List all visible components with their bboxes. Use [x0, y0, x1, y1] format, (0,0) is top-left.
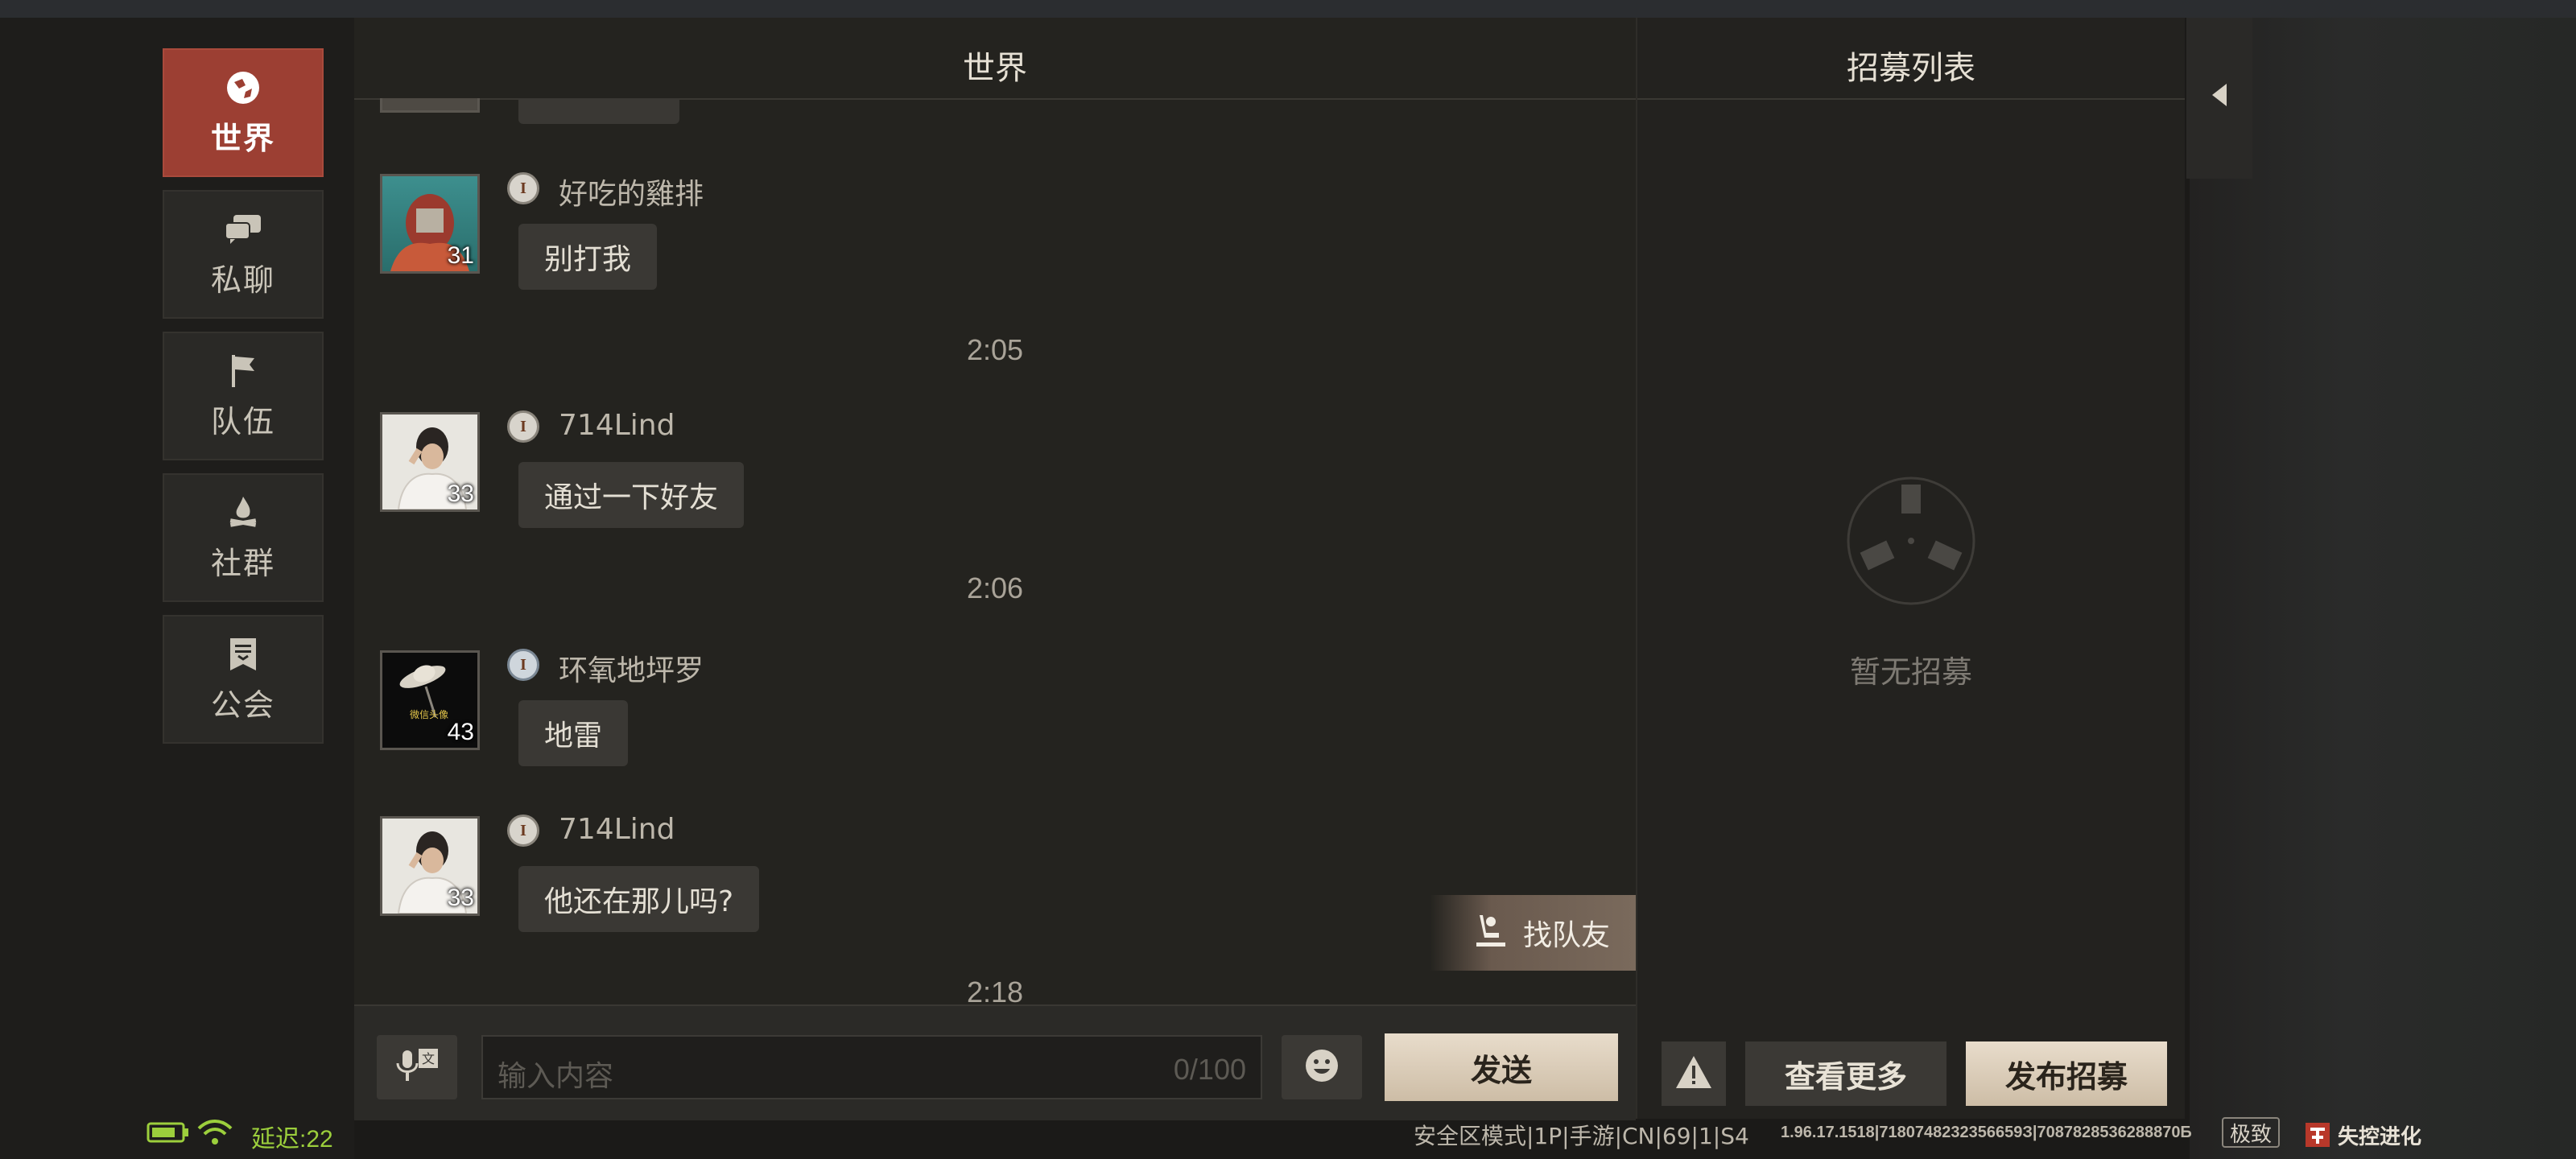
- user-level: 31: [447, 242, 474, 269]
- voice-to-text-button[interactable]: 文: [377, 1035, 457, 1099]
- find-teammate-label: 找队友: [1522, 919, 1610, 952]
- version-text: 1.96.17.1518|7180748232356659З|708782853…: [1781, 1124, 2192, 1141]
- rank-badge-icon: I: [507, 815, 539, 847]
- publish-recruit-button[interactable]: 发布招募: [1966, 1041, 2167, 1106]
- status-bar: 延迟:22 安全区模式|1P|手游|CN|69|1|S4 1.96.17.151…: [0, 1117, 2576, 1159]
- char-counter: 0/100: [1173, 1053, 1246, 1086]
- message-bubble: 他还在那儿吗?: [518, 866, 760, 932]
- view-more-button[interactable]: 查看更多: [1745, 1041, 1946, 1106]
- message-bubble: 通过一下好友: [518, 462, 745, 528]
- message-bubble: 别打我: [518, 224, 658, 290]
- tab-guild[interactable]: 公会: [163, 615, 324, 744]
- username[interactable]: 环氧地坪罗: [559, 647, 704, 689]
- logo-text: 失控进化: [2338, 1124, 2422, 1149]
- arrow-left-icon: [2211, 82, 2228, 111]
- seat-icon: [1472, 912, 1510, 954]
- rank-badge-icon: I: [507, 649, 539, 681]
- tab-label: 社群: [210, 545, 275, 581]
- username[interactable]: 714Lind: [559, 409, 675, 442]
- timestamp: 2:18: [966, 975, 1024, 1004]
- chat-panel[interactable]: 世界 31 I 好吃的雞排 别打我 2:05 33 I 714Lind 通过一下…: [354, 18, 1636, 1004]
- avatar-caption: 微信头像: [410, 709, 449, 720]
- username[interactable]: 好吃的雞排: [559, 171, 704, 212]
- avatar[interactable]: 33: [380, 412, 480, 512]
- right-background: [2190, 18, 2576, 1159]
- find-teammate-button[interactable]: 找队友: [1430, 895, 1636, 971]
- avatar[interactable]: 31: [380, 174, 480, 274]
- tab-private-chat[interactable]: 私聊: [163, 190, 324, 319]
- top-strip: [0, 0, 2576, 18]
- mic-translate-icon: 文: [394, 1046, 440, 1089]
- user-level: 43: [447, 719, 474, 745]
- recruit-panel: 招募列表 暂无招募 查看更多 发布招募: [1636, 18, 2185, 1119]
- timestamp: 2:05: [966, 333, 1024, 366]
- battery-icon: [147, 1120, 190, 1148]
- clipped-avatar: [380, 98, 480, 113]
- chat-header: 世界: [354, 18, 1636, 100]
- flag-icon: [224, 352, 262, 390]
- smiley-icon: [1302, 1046, 1341, 1088]
- recruit-title: 招募列表: [1847, 50, 1975, 87]
- tab-community[interactable]: 社群: [163, 473, 324, 602]
- chat-bubbles-icon: [224, 210, 262, 249]
- svg-text:文: 文: [422, 1051, 435, 1066]
- clipped-bubble: [518, 98, 679, 124]
- avatar[interactable]: 微信头像 43: [380, 650, 480, 750]
- banner-icon: [224, 635, 262, 674]
- wifi-icon: [196, 1119, 233, 1149]
- tab-team[interactable]: 队伍: [163, 332, 324, 460]
- tab-label: 私聊: [210, 262, 275, 298]
- warning-icon: [1674, 1054, 1713, 1093]
- input-placeholder: 输入内容: [497, 1060, 614, 1093]
- user-level: 33: [447, 481, 474, 507]
- graphics-quality-badge: 极致: [2222, 1117, 2280, 1148]
- recruit-header: 招募列表: [1637, 18, 2185, 100]
- message-input[interactable]: 输入内容 0/100: [481, 1035, 1262, 1099]
- empty-recruit-text: 暂无招募: [1849, 654, 1972, 690]
- report-button[interactable]: [1662, 1041, 1726, 1106]
- emoji-button[interactable]: [1282, 1035, 1362, 1099]
- campfire-icon: [224, 493, 262, 532]
- timestamp: 2:06: [966, 571, 1024, 604]
- globe-icon: [224, 68, 262, 107]
- chat-input-bar: 文 输入内容 0/100 发送: [354, 1004, 1636, 1120]
- user-level: 33: [447, 885, 474, 911]
- tab-label: 公会: [210, 687, 275, 723]
- message-bubble: 地雷: [518, 700, 629, 766]
- game-mode-text: 安全区模式|1P|手游|CN|69|1|S4: [1414, 1123, 1749, 1149]
- username[interactable]: 714Lind: [559, 813, 675, 846]
- send-button[interactable]: 发送: [1385, 1033, 1618, 1101]
- empty-recruit-icon: [1847, 476, 1975, 605]
- game-logo: 失控进化: [2304, 1119, 2421, 1151]
- tab-label: 世界: [210, 120, 275, 156]
- collapse-panel-button[interactable]: [2186, 18, 2252, 179]
- chat-title: 世界: [963, 50, 1027, 87]
- rank-badge-icon: I: [507, 410, 539, 443]
- latency-text: 延迟:22: [251, 1126, 333, 1153]
- tab-world[interactable]: 世界: [163, 48, 324, 177]
- rank-badge-icon: I: [507, 172, 539, 204]
- avatar[interactable]: 33: [380, 816, 480, 916]
- tab-label: 队伍: [210, 403, 275, 439]
